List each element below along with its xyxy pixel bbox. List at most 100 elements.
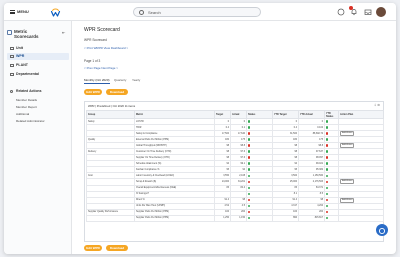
green-status-dot	[248, 174, 251, 177]
user-avatar[interactable]	[376, 7, 386, 17]
red-status-dot	[326, 180, 329, 183]
table-row: Supplier Parts Per Million (PPM) 1,250 1,1…	[86, 214, 384, 222]
download-button[interactable]: Download	[106, 89, 128, 95]
sidebar-item-label: Unit	[16, 46, 23, 50]
add-action-button[interactable]: Add Action	[340, 143, 355, 148]
sidebar-link[interactable]: Additional	[16, 112, 29, 116]
menu-label: MENU	[17, 9, 29, 14]
top-bar: MENU Search	[4, 3, 396, 21]
column-header[interactable]: Target	[214, 110, 231, 119]
ytd-actual-cell: 815.817	[298, 214, 325, 222]
related-actions-label: Related Actions	[16, 89, 42, 93]
search-icon	[139, 10, 144, 15]
green-status-dot	[326, 186, 329, 190]
chat-assistant-button[interactable]	[376, 224, 388, 236]
add-action-button[interactable]: Add Action	[340, 131, 355, 136]
red-status-dot	[248, 144, 251, 147]
red-status-dot	[248, 156, 251, 159]
red-status-dot	[326, 132, 329, 135]
green-status-dot	[248, 168, 251, 171]
table-header-row: Group Metric Target Actual Status YTD Ta…	[86, 110, 384, 119]
related-actions-header[interactable]: Related Actions	[10, 89, 42, 93]
sidebar-title: Metric Scorecards	[14, 29, 39, 39]
green-status-dot	[326, 216, 329, 220]
tab-monthly[interactable]: Monthly (Oct 2020)	[84, 78, 110, 84]
page-number: Page 1 of 3	[84, 59, 101, 63]
search-input[interactable]: Search	[133, 7, 261, 17]
column-header[interactable]: Actual	[230, 110, 247, 119]
ytd-target-cell: 890	[272, 214, 299, 222]
green-status-dot	[326, 174, 329, 177]
sidebar-link[interactable]: Related Administrator	[16, 119, 45, 123]
table-tools-icons[interactable]: ⇩ ⚙	[374, 103, 380, 107]
red-status-dot	[326, 198, 329, 202]
ytd-status-cell	[324, 214, 339, 222]
green-status-dot	[248, 150, 251, 153]
page-nav-links[interactable]: < Prev Page Next Page >	[84, 66, 118, 70]
top-links[interactable]: < Print WRPR View Dashboard >	[84, 46, 128, 50]
target-cell: 1,250	[214, 214, 231, 222]
scorecard-icon	[7, 30, 12, 35]
download-button-bottom[interactable]: Download	[106, 245, 128, 251]
green-status-dot	[326, 120, 329, 123]
main-content: WPR Scorecard WPR Scorecard < Print WRPR…	[76, 23, 392, 252]
column-header[interactable]: YTD Target	[272, 110, 299, 119]
scorecard-label: WPR Scorecard	[84, 38, 107, 42]
action-plan-cell[interactable]	[338, 214, 384, 222]
app-window: MENU Search Metric Scorecards ⇤ Unit WPR…	[4, 3, 396, 254]
green-status-dot	[326, 192, 329, 196]
add-action-button[interactable]: Add Action	[340, 179, 355, 185]
table-caption: WPR | Predefined | Oct 2020 11 items	[88, 104, 136, 108]
group-cell	[86, 214, 135, 222]
sidebar-item-departmental[interactable]: Departmental	[7, 71, 69, 78]
green-status-dot	[248, 204, 251, 208]
green-status-dot	[326, 204, 329, 208]
sidebar-link[interactable]: Member Report	[16, 105, 37, 109]
green-status-dot	[248, 216, 251, 220]
sidebar-link[interactable]: Member Details	[16, 98, 37, 102]
column-header[interactable]: Group	[86, 110, 135, 119]
column-header[interactable]: YTD Status	[324, 110, 339, 119]
related-actions-icon	[10, 90, 13, 93]
hamburger-icon	[10, 9, 15, 14]
tab-yearly[interactable]: Yearly	[132, 78, 140, 82]
green-status-dot	[326, 126, 329, 129]
edit-wpr-button-bottom[interactable]: Edit WPR	[84, 245, 102, 251]
green-status-dot	[248, 126, 251, 129]
red-status-dot	[326, 156, 329, 159]
scorecard-table-container: WPR | Predefined | Oct 2020 11 items ⇩ ⚙…	[84, 101, 384, 242]
sidebar-item-wpr[interactable]: WPR	[7, 53, 69, 60]
menu-button[interactable]: MENU	[10, 9, 29, 14]
sidebar-item-unit[interactable]: Unit	[7, 45, 69, 52]
page-title: WPR Scorecard	[84, 27, 120, 33]
green-status-dot	[326, 150, 329, 153]
metric-cell[interactable]: Supplier Parts Per Million (PPM)	[134, 214, 215, 222]
green-status-dot	[248, 192, 251, 196]
green-status-dot	[248, 162, 251, 165]
tab-quarterly[interactable]: Quarterly	[114, 78, 126, 82]
grid-icon	[10, 55, 14, 58]
inbox-icon[interactable]	[364, 8, 372, 16]
green-status-dot	[326, 168, 329, 171]
workday-logo-icon[interactable]	[50, 7, 61, 18]
add-action-button[interactable]: Add Action	[340, 198, 355, 203]
notification-badge	[349, 6, 353, 10]
chat-bubble-icon[interactable]	[337, 8, 345, 16]
sidebar-item-label: WPR	[16, 54, 25, 58]
search-placeholder: Search	[148, 10, 161, 15]
column-header[interactable]: Status	[246, 110, 273, 119]
column-header[interactable]: Metric	[134, 110, 215, 119]
sidebar: Metric Scorecards ⇤ Unit WPR PLANT Depar…	[4, 21, 72, 254]
red-status-dot	[248, 210, 251, 214]
edit-wpr-button[interactable]: Edit WPR	[84, 89, 102, 95]
status-cell	[246, 214, 273, 222]
red-status-dot	[248, 132, 251, 135]
column-header[interactable]: Action Plan	[338, 110, 384, 119]
green-status-dot	[248, 186, 251, 190]
red-status-dot	[248, 180, 251, 183]
scorecard-table: Group Metric Target Actual Status YTD Ta…	[86, 110, 384, 222]
collapse-sidebar-icon[interactable]: ⇤	[62, 30, 65, 35]
red-status-dot	[326, 210, 329, 214]
sidebar-item-plant[interactable]: PLANT	[7, 62, 69, 69]
column-header[interactable]: YTD Actual	[298, 110, 325, 119]
